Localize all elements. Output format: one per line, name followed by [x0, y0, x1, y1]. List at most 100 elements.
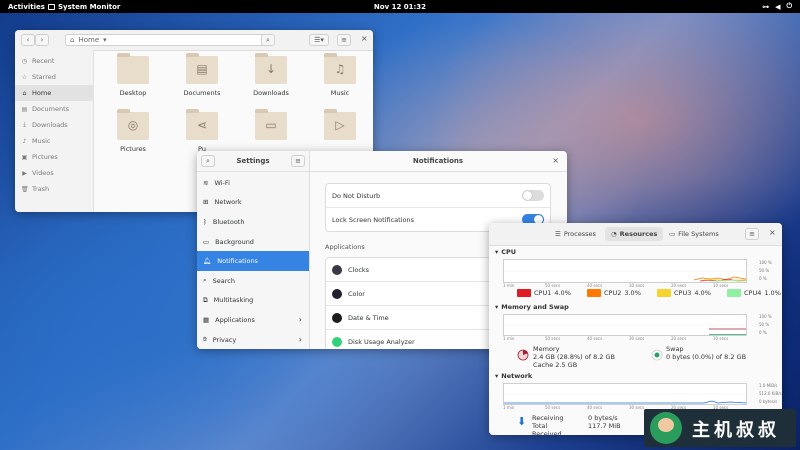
settings-item[interactable]: ᛒ Bluetooth [197, 212, 309, 232]
memory-section-header[interactable]: ▾ Memory and Swap [495, 303, 569, 311]
hamburger-icon: ≡ [341, 36, 347, 44]
sidebar-item[interactable]: ☆ Starred [15, 69, 93, 85]
tab-file-systems[interactable]: ▭ File Systems [663, 227, 725, 241]
sidebar-item-label: Documents [32, 105, 70, 113]
sidebar-item-label: Music [32, 137, 51, 145]
settings-item-label: Background [215, 237, 254, 246]
path-label: Home [78, 36, 100, 44]
path-bar[interactable]: ⌂ Home ▾ [65, 34, 273, 46]
cpu-section-header[interactable]: ▾ CPU [495, 248, 516, 256]
settings-item[interactable]: ⧉ Multitasking [197, 291, 309, 311]
cpu-color-swatch[interactable] [657, 289, 671, 297]
settings-item-label: Notifications [217, 257, 258, 266]
gauge-icon: ◔ [611, 230, 617, 238]
toggle-switch[interactable] [522, 190, 544, 201]
folder-glyph: ◎ [127, 118, 139, 132]
sidebar-item[interactable]: ▶ Videos [15, 165, 93, 181]
folder-item[interactable]: ▭ [241, 109, 301, 145]
applications-heading: Applications [325, 243, 365, 251]
sidebar-item[interactable]: ▣ Pictures [15, 149, 93, 165]
video-folder-icon: ▷ [324, 109, 356, 140]
template-folder-icon: ▭ [255, 109, 287, 140]
x-tick-label: 10 secs [713, 336, 729, 341]
settings-item[interactable]: ✋︎ Privacy › [197, 330, 309, 349]
home-icon: ⌂ [22, 89, 27, 97]
folder-item[interactable]: ↓ Downloads [241, 53, 301, 97]
cpu-graph [503, 259, 747, 283]
close-button[interactable]: × [361, 34, 368, 43]
clock[interactable]: Nov 12 01:32 [0, 3, 800, 11]
settings-item[interactable]: ▭ Background [197, 232, 309, 252]
close-icon: × [361, 34, 368, 43]
memory-ytick-min: 0 % [759, 330, 767, 335]
network-title: Network [501, 372, 533, 380]
system-tray[interactable]: ⊶ ◀ ⏻ [762, 2, 792, 11]
back-button[interactable]: ‹ [21, 34, 35, 46]
settings-item-label: Applications [215, 315, 255, 324]
app-icon [332, 336, 342, 347]
volume-icon: ◀ [775, 2, 781, 11]
settings-item[interactable]: ⌕ Search [197, 271, 309, 291]
files-sidebar: ◷ Recent ☆ Starred ⌂ Home ▤ Documents ⤓ Downloads… [15, 50, 94, 212]
settings-item[interactable]: ▦ Applications › [197, 310, 309, 330]
folder-item[interactable]: ▤ Documents [172, 53, 232, 97]
cpu-value: 4.0% [554, 289, 571, 297]
expander-icon: ▾ [495, 248, 499, 256]
folder-icon [117, 53, 149, 84]
network-ytick-min: 0 bytes/s [759, 399, 778, 404]
close-button[interactable]: × [769, 228, 776, 237]
x-tick-label: 20 secs [671, 283, 687, 288]
close-button[interactable]: × [552, 156, 559, 165]
sidebar-item[interactable]: +Other Locations [15, 211, 93, 212]
cpu-color-swatch[interactable] [517, 289, 531, 297]
sidebar-item[interactable]: ♪ Music [15, 133, 93, 149]
sidebar-item[interactable]: 🗑︎ Trash [15, 181, 93, 197]
folder-item[interactable]: ◎ Pictures [103, 109, 163, 153]
view-options-button[interactable]: ☰▾ [309, 34, 329, 46]
folder-item[interactable]: ♫ Music [310, 53, 370, 97]
sidebar-item[interactable]: ⌂ Home [15, 85, 93, 101]
chevron-down-icon: ▾ [103, 36, 107, 44]
document-folder-icon: ▤ [186, 53, 218, 84]
settings-item[interactable]: ⊞ Network [197, 193, 309, 213]
cpu-color-swatch[interactable] [727, 289, 741, 297]
clock-icon: ◷ [21, 57, 28, 65]
tab-label: Processes [563, 230, 596, 238]
app-icon [332, 264, 342, 275]
folder-item[interactable]: ▷ [310, 109, 370, 145]
app-label: Clocks [348, 265, 370, 274]
system-monitor-window: ≡ × ☰ Processes ◔ Resources ▭ File Systems ▾ … [489, 223, 782, 435]
tab-resources[interactable]: ◔ Resources [605, 227, 664, 241]
toggle-row: Do Not Disturb [326, 184, 550, 207]
camera-folder-icon: ◎ [117, 109, 149, 140]
bell-icon: 🔔︎ [203, 257, 212, 266]
folder-item[interactable]: ⋖ Pu [172, 109, 232, 153]
menu-button[interactable]: ≡ [291, 155, 305, 167]
sidebar-item[interactable]: ▤ Documents [15, 101, 93, 117]
menu-button[interactable]: ≡ [337, 34, 351, 46]
search-icon: ⌕ [203, 276, 207, 285]
memory-ytick-max: 100 % [759, 314, 772, 319]
settings-item[interactable]: ≋ Wi-Fi [197, 173, 309, 193]
folder-glyph: ▭ [265, 118, 277, 132]
menu-button[interactable]: ≡ [745, 228, 759, 240]
sidebar-item[interactable]: ◷ Recent [15, 53, 93, 69]
app-icon [332, 312, 342, 323]
cpu-color-swatch[interactable] [587, 289, 601, 297]
swap-pie-icon [651, 349, 663, 361]
sidebar-item[interactable]: ⤓ Downloads [15, 117, 93, 133]
tab-processes[interactable]: ☰ Processes [549, 227, 602, 241]
network-section-header[interactable]: ▾ Network [495, 372, 532, 380]
tab-label: Resources [619, 230, 658, 238]
x-tick-label: 10 secs [713, 283, 729, 288]
settings-item[interactable]: 🔔︎ Notifications [197, 251, 309, 271]
forward-button[interactable]: › [35, 34, 49, 46]
settings-list: ≋ Wi-Fi ⊞ Network ᛒ Bluetooth ▭ Background 🔔︎ Not… [197, 172, 309, 349]
folder-item[interactable]: Desktop [103, 53, 163, 97]
drive-icon: ▭ [669, 230, 676, 238]
settings-sidebar-header: ⌕ Settings ≡ [197, 151, 309, 172]
app-label: Disk Usage Analyzer [348, 337, 415, 346]
x-tick-label: 30 secs [629, 283, 645, 288]
search-button[interactable]: ⌕ [261, 34, 275, 46]
app-label: Date & Time [348, 313, 389, 322]
